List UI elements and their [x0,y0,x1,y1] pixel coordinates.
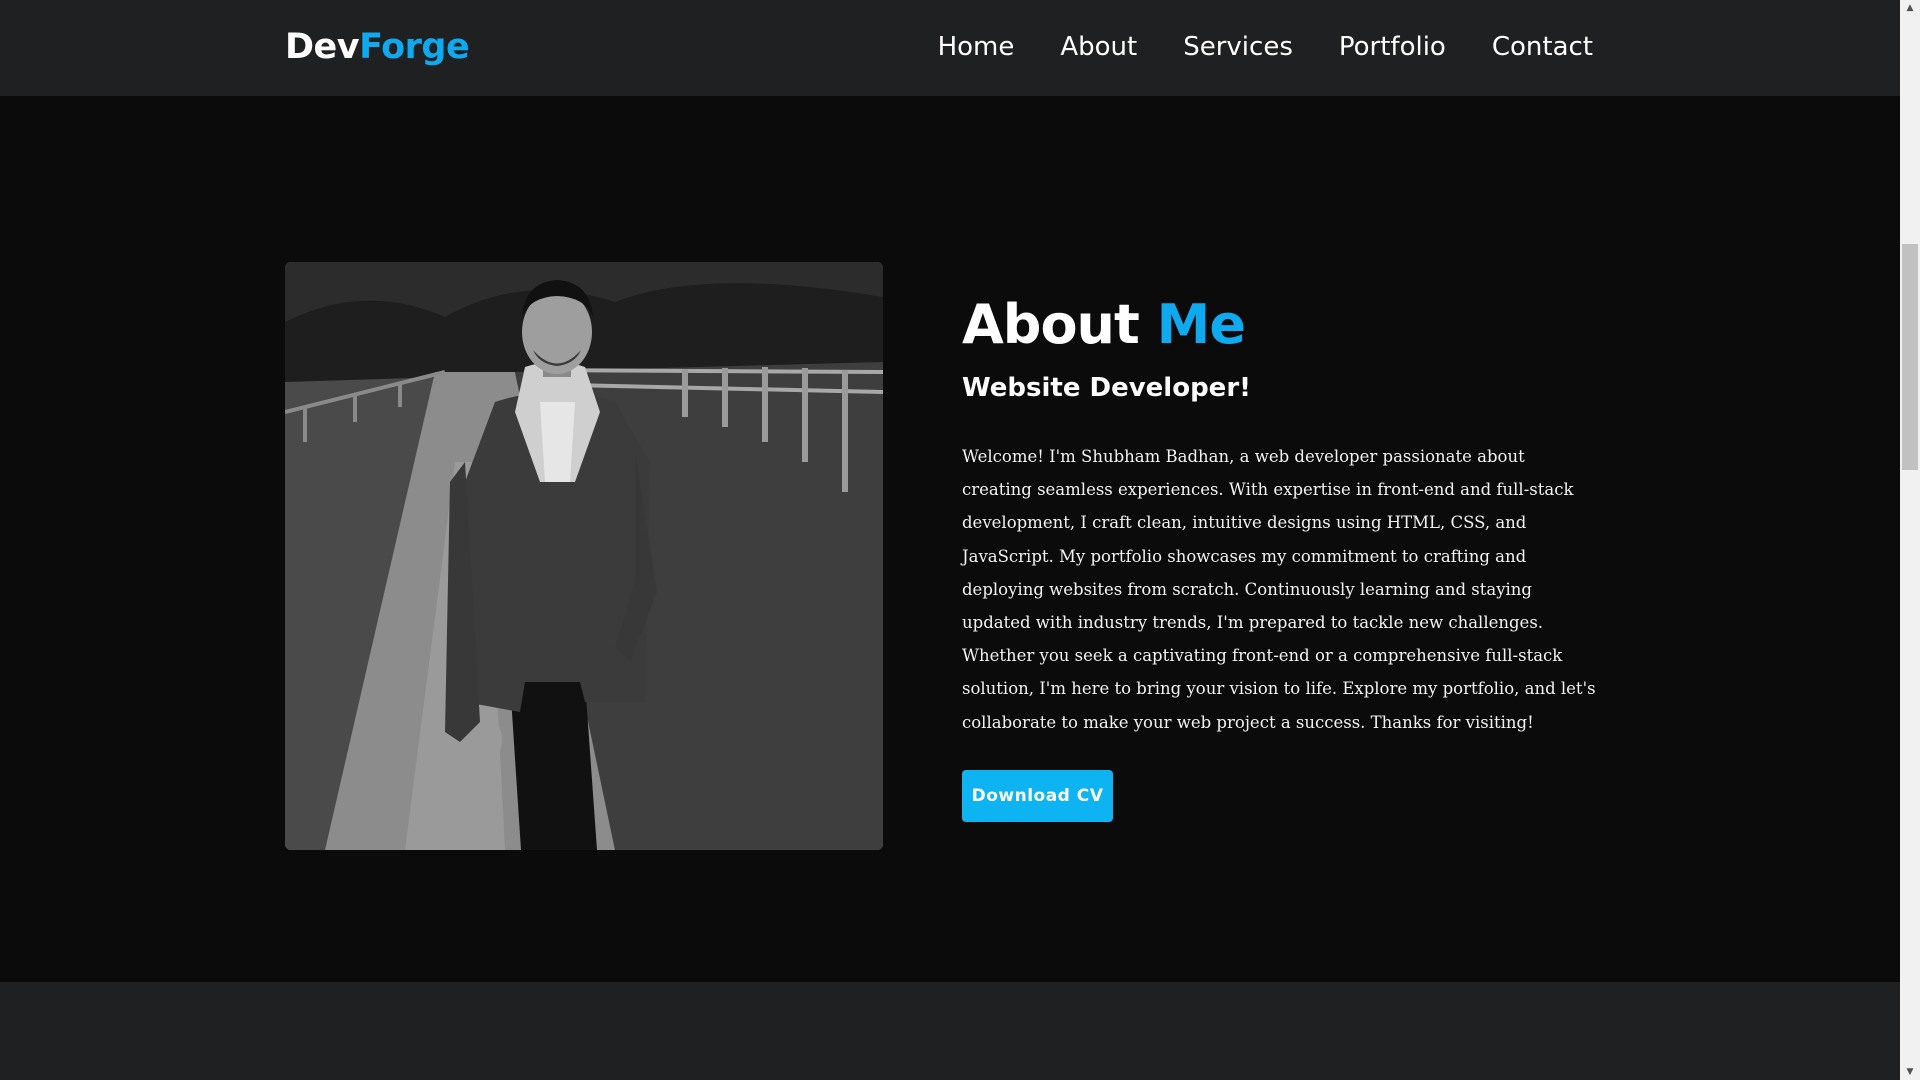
nav-portfolio[interactable]: Portfolio [1339,28,1446,66]
nav-services[interactable]: Services [1183,28,1293,66]
next-section [0,982,1900,1080]
nav-home[interactable]: Home [938,28,1015,66]
site-logo[interactable]: DevForge [285,24,470,70]
about-subtitle: Website Developer! [962,373,1251,403]
about-title-text: About [962,293,1157,356]
profile-photo-illustration [285,262,883,850]
logo-text-forge: Forge [359,27,470,67]
profile-photo [285,262,883,850]
scroll-down-arrow-icon[interactable]: ▼ [1900,1064,1920,1080]
about-description: Welcome! I'm Shubham Badhan, a web devel… [962,447,1596,732]
about-content: About Me Website Developer! Welcome! I'm… [962,292,1597,739]
logo-text-dev: Dev [285,27,360,67]
scroll-thumb[interactable] [1902,244,1918,470]
about-title-accent: Me [1156,293,1246,356]
about-section: About Me Website Developer! Welcome! I'm… [0,96,1900,982]
nav-contact[interactable]: Contact [1492,28,1593,66]
nav-about[interactable]: About [1060,28,1137,66]
scroll-up-arrow-icon[interactable]: ▲ [1900,0,1920,16]
main-nav: Home About Services Portfolio Contact [938,28,1593,66]
download-cv-button[interactable]: Download CV [962,770,1113,822]
about-title: About Me [962,292,1597,358]
site-header: DevForge Home About Services Portfolio C… [0,0,1900,96]
page-scrollbar[interactable]: ▲ ▼ [1900,0,1920,1080]
